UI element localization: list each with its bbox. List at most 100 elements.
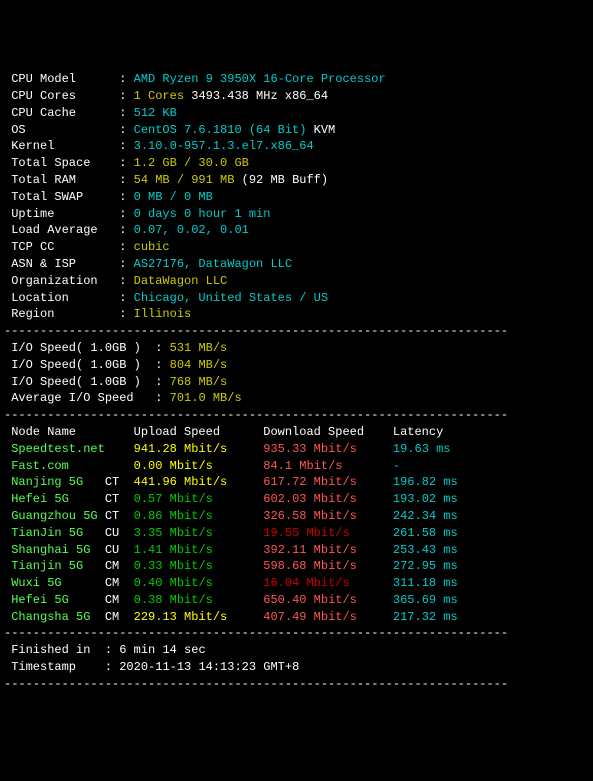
sysinfo-value: DataWagon LLC <box>134 274 228 288</box>
node-name: Guangzhou 5G <box>4 509 105 523</box>
upload-speed: 3.35 Mbit/s <box>134 526 264 540</box>
footer-row: Timestamp : 2020-11-13 14:13:23 GMT+8 <box>4 659 589 676</box>
latency: 196.82 ms <box>393 475 458 489</box>
sysinfo-value: Illinois <box>134 307 192 321</box>
colon: : <box>119 257 133 271</box>
sysinfo-extra: (92 MB Buff) <box>234 173 328 187</box>
colon: : <box>119 223 133 237</box>
footer-value: 6 min 14 sec <box>119 643 205 657</box>
header-upload: Upload Speed <box>134 425 264 439</box>
header-latency: Latency <box>393 425 443 439</box>
colon: : <box>119 123 133 137</box>
sysinfo-row: TCP CC : cubic <box>4 239 589 256</box>
node-tag: CU <box>105 543 134 557</box>
sysinfo-value: AMD Ryzen 9 3950X 16-Core Processor <box>134 72 386 86</box>
download-speed: 617.72 Mbit/s <box>263 475 393 489</box>
upload-speed: 941.28 Mbit/s <box>134 442 264 456</box>
speedtest-row: Tianjin 5G CM 0.33 Mbit/s 598.68 Mbit/s … <box>4 558 589 575</box>
colon: : <box>119 139 133 153</box>
upload-speed: 0.86 Mbit/s <box>134 509 264 523</box>
sysinfo-label: Region <box>4 307 119 321</box>
io-value: 531 MB/s <box>170 341 228 355</box>
download-speed: 935.33 Mbit/s <box>263 442 393 456</box>
latency: 217.32 ms <box>393 610 458 624</box>
sysinfo-label: Kernel <box>4 139 119 153</box>
latency: 193.02 ms <box>393 492 458 506</box>
node-tag: CM <box>105 593 134 607</box>
sysinfo-label: TCP CC <box>4 240 119 254</box>
latency: 19.63 ms <box>393 442 451 456</box>
sysinfo-value: 0 MB / 0 MB <box>134 190 213 204</box>
io-value: 804 MB/s <box>170 358 228 372</box>
divider: ----------------------------------------… <box>4 408 508 422</box>
node-name: Wuxi 5G <box>4 576 105 590</box>
sysinfo-row: Total SWAP : 0 MB / 0 MB <box>4 189 589 206</box>
sysinfo-label: Load Average <box>4 223 119 237</box>
sysinfo-row: Total Space : 1.2 GB / 30.0 GB <box>4 155 589 172</box>
node-name: Speedtest.net <box>4 442 105 456</box>
sysinfo-value: 1 Cores <box>134 89 184 103</box>
terminal-output: CPU Model : AMD Ryzen 9 3950X 16-Core Pr… <box>4 71 589 692</box>
sysinfo-row: Total RAM : 54 MB / 991 MB (92 MB Buff) <box>4 172 589 189</box>
divider: ----------------------------------------… <box>4 324 508 338</box>
io-label: I/O Speed( 1.0GB ) <box>4 358 155 372</box>
upload-speed: 441.96 Mbit/s <box>134 475 264 489</box>
sysinfo-label: Total SWAP <box>4 190 119 204</box>
io-value: 701.0 MB/s <box>170 391 242 405</box>
sysinfo-value: 3.10.0-957.1.3.el7.x86_64 <box>134 139 314 153</box>
upload-speed: 0.38 Mbit/s <box>134 593 264 607</box>
node-name: Fast.com <box>4 459 105 473</box>
sysinfo-row: CPU Cores : 1 Cores 3493.438 MHz x86_64 <box>4 88 589 105</box>
colon: : <box>155 341 169 355</box>
sysinfo-label: Uptime <box>4 207 119 221</box>
speedtest-header: Node Name Upload Speed Download Speed La… <box>4 424 589 441</box>
colon: : <box>119 106 133 120</box>
speedtest-row: Hefei 5G CT 0.57 Mbit/s 602.03 Mbit/s 19… <box>4 491 589 508</box>
sysinfo-label: CPU Cache <box>4 106 119 120</box>
node-tag: CT <box>105 475 134 489</box>
io-value: 768 MB/s <box>170 375 228 389</box>
node-tag: CM <box>105 559 134 573</box>
colon: : <box>119 190 133 204</box>
colon: : <box>119 156 133 170</box>
footer-label: Timestamp <box>4 660 105 674</box>
io-label: I/O Speed( 1.0GB ) <box>4 375 155 389</box>
colon: : <box>119 173 133 187</box>
speedtest-row: TianJin 5G CU 3.35 Mbit/s 19.55 Mbit/s 2… <box>4 525 589 542</box>
sysinfo-row: Kernel : 3.10.0-957.1.3.el7.x86_64 <box>4 138 589 155</box>
sysinfo-value: cubic <box>134 240 170 254</box>
sysinfo-label: CPU Model <box>4 72 119 86</box>
sysinfo-row: Region : Illinois <box>4 306 589 323</box>
node-tag: CM <box>105 610 134 624</box>
sysinfo-label: OS <box>4 123 119 137</box>
speedtest-row: Guangzhou 5G CT 0.86 Mbit/s 326.58 Mbit/… <box>4 508 589 525</box>
sysinfo-row: ASN & ISP : AS27176, DataWagon LLC <box>4 256 589 273</box>
download-speed: 650.40 Mbit/s <box>263 593 393 607</box>
sysinfo-value: AS27176, DataWagon LLC <box>134 257 292 271</box>
sysinfo-value: 512 KB <box>134 106 177 120</box>
node-name: Hefei 5G <box>4 492 105 506</box>
sysinfo-row: OS : CentOS 7.6.1810 (64 Bit) KVM <box>4 122 589 139</box>
sysinfo-row: Uptime : 0 days 0 hour 1 min <box>4 206 589 223</box>
speedtest-row: Nanjing 5G CT 441.96 Mbit/s 617.72 Mbit/… <box>4 474 589 491</box>
sysinfo-label: Organization <box>4 274 119 288</box>
io-row: Average I/O Speed : 701.0 MB/s <box>4 390 589 407</box>
sysinfo-value: 0.07, 0.02, 0.01 <box>134 223 249 237</box>
sysinfo-value: CentOS 7.6.1810 (64 Bit) <box>134 123 307 137</box>
node-name: Shanghai 5G <box>4 543 105 557</box>
node-name: Hefei 5G <box>4 593 105 607</box>
sysinfo-label: Location <box>4 291 119 305</box>
latency: 253.43 ms <box>393 543 458 557</box>
header-download: Download Speed <box>263 425 393 439</box>
sysinfo-row: Organization : DataWagon LLC <box>4 273 589 290</box>
header-node: Node Name <box>4 425 134 439</box>
latency: 311.18 ms <box>393 576 458 590</box>
footer-row: Finished in : 6 min 14 sec <box>4 642 589 659</box>
sysinfo-row: Location : Chicago, United States / US <box>4 290 589 307</box>
node-tag: CT <box>105 509 134 523</box>
sysinfo-label: Total Space <box>4 156 119 170</box>
colon: : <box>119 207 133 221</box>
node-tag <box>105 442 134 456</box>
io-label: Average I/O Speed <box>4 391 155 405</box>
sysinfo-row: CPU Model : AMD Ryzen 9 3950X 16-Core Pr… <box>4 71 589 88</box>
